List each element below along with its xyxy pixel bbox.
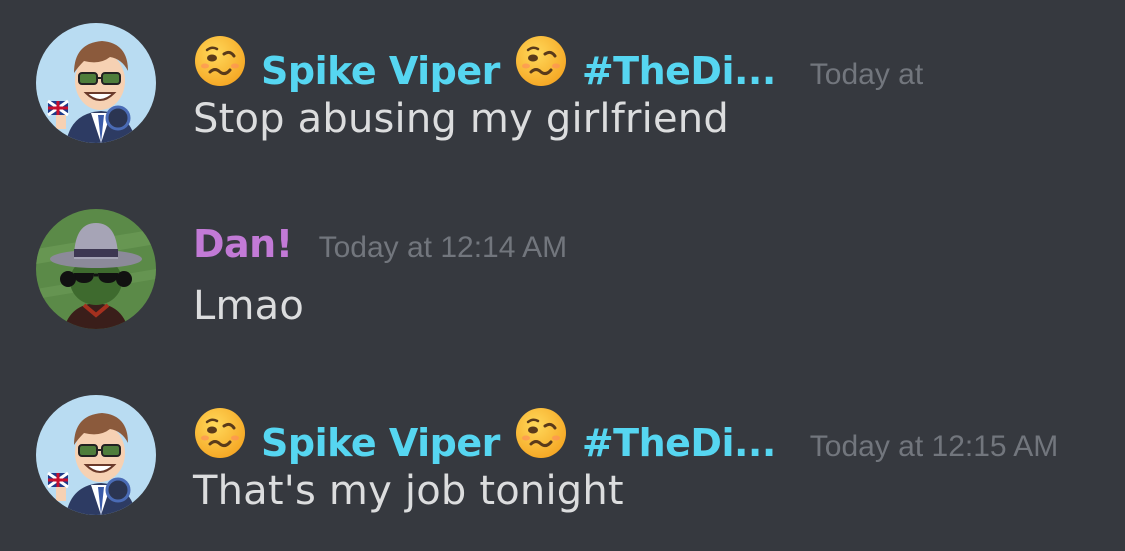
author-name[interactable]: Spike Viper	[261, 49, 500, 93]
message-timestamp[interactable]: Today at 12:15 AM	[810, 430, 1059, 464]
woozy-face-icon	[514, 34, 568, 88]
message-text: That's my job tonight	[193, 468, 624, 514]
woozy-face-icon	[514, 406, 568, 460]
avatar-image	[36, 209, 156, 329]
message-timestamp[interactable]: Today at 12:14 AM	[319, 231, 568, 265]
author-name[interactable]: Dan!	[193, 222, 293, 266]
message-header: Spike Viper #TheDi... Today at 12:15 AM	[193, 402, 1058, 465]
avatar[interactable]	[36, 23, 156, 143]
avatar-image	[36, 23, 156, 143]
woozy-face-icon	[193, 406, 247, 460]
woozy-face-icon	[193, 34, 247, 88]
message-timestamp[interactable]: Today at	[810, 58, 923, 92]
message-text: Stop abusing my girlfriend	[193, 96, 729, 142]
channel-tag[interactable]: #TheDi...	[582, 49, 776, 93]
channel-tag[interactable]: #TheDi...	[582, 421, 776, 465]
avatar-image	[36, 395, 156, 515]
avatar[interactable]	[36, 209, 156, 329]
message-text: Lmao	[193, 283, 305, 329]
avatar[interactable]	[36, 395, 156, 515]
message-header: Dan! Today at 12:14 AM	[193, 222, 567, 266]
message-header: Spike Viper #TheDi... Today at	[193, 30, 923, 93]
author-name[interactable]: Spike Viper	[261, 421, 500, 465]
